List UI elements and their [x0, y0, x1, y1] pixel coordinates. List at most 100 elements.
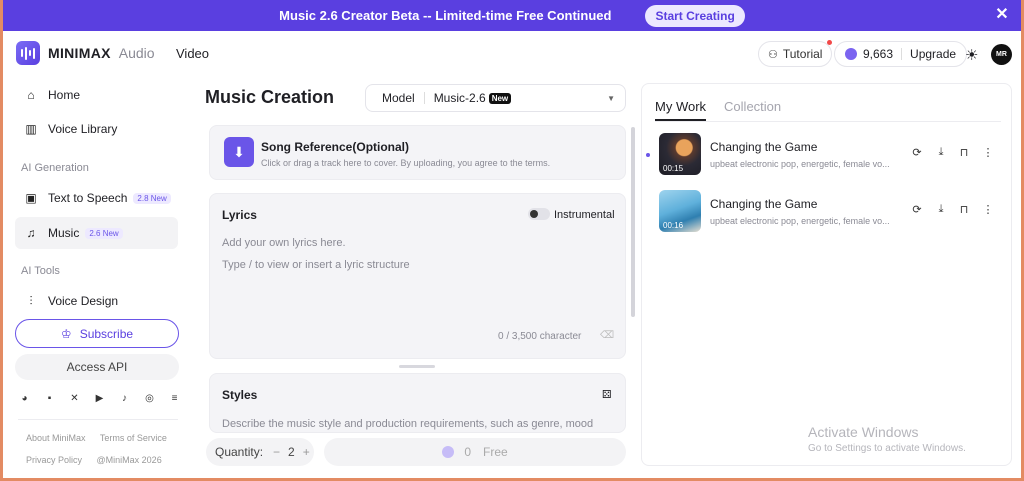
sidebar-item-label: Voice Library: [48, 122, 118, 136]
logo-subtitle[interactable]: Audio: [119, 45, 155, 61]
upgrade-button[interactable]: Upgrade: [910, 47, 956, 61]
regenerate-icon[interactable]: ⟳: [911, 203, 923, 216]
tab-collection[interactable]: Collection: [724, 99, 781, 121]
minimax-logo-icon: [16, 41, 40, 65]
waveform-icon: ⫶: [29, 293, 33, 308]
sidebar-item-label: Voice Design: [48, 294, 119, 308]
lyrics-panel[interactable]: Lyrics Instrumental Add your own lyrics …: [209, 193, 626, 359]
crown-icon: ♔: [60, 326, 72, 341]
generate-cost: 0: [464, 445, 471, 459]
top-header: MINIMAX Audio Video ⚇ Tutorial 9,663 Upg…: [3, 31, 1021, 77]
instrumental-toggle[interactable]: [528, 208, 550, 220]
notification-dot: [827, 40, 833, 45]
watermark-subtitle: Go to Settings to activate Windows.: [808, 443, 966, 454]
playing-indicator: [646, 153, 650, 157]
model-label: Model: [382, 91, 415, 105]
footer-links-row-1: About MiniMax Terms of Service: [26, 433, 179, 443]
divider: [423, 92, 425, 104]
bookmark-icon[interactable]: ⊓: [958, 146, 970, 159]
discord-icon[interactable]: ◕: [18, 392, 31, 405]
song-reference-upload[interactable]: ⬇ Song Reference(Optional) Click or drag…: [209, 125, 626, 180]
credits-upgrade[interactable]: 9,663 Upgrade: [834, 41, 968, 67]
download-icon[interactable]: ⤓: [935, 203, 947, 216]
quantity-stepper[interactable]: Quantity: − 2 +: [206, 438, 314, 466]
close-icon[interactable]: ✕: [993, 6, 1011, 24]
track-thumbnail[interactable]: 00:16: [659, 190, 701, 232]
blog-icon[interactable]: ≡: [168, 392, 181, 405]
credit-coin-icon: [845, 48, 857, 60]
banner-text: Music 2.6 Creator Beta -- Limited-time F…: [279, 8, 612, 23]
sidebar: ⌂ Home ▥ Voice Library AI Generation ▣ T…: [3, 77, 193, 478]
model-dropdown[interactable]: Model Music-2.6 New ▼: [365, 84, 626, 112]
sidebar-item-label: Home: [48, 88, 81, 102]
sidebar-item-label: Text to Speech: [48, 191, 128, 205]
lyrics-title: Lyrics: [222, 208, 257, 222]
lyrics-hint: Type / to view or insert a lyric structu…: [222, 259, 410, 271]
tiktok-icon[interactable]: ♪: [118, 392, 131, 405]
song-reference-desc: Click or drag a track here to cover. By …: [261, 158, 551, 168]
works-panel: My Work Collection 00:15 Changing the Ga…: [641, 83, 1012, 466]
divider: [901, 48, 903, 60]
styles-panel[interactable]: Styles ⚄ Describe the music style and pr…: [209, 373, 626, 433]
divider: [655, 121, 1001, 122]
generate-button[interactable]: 0 Free: [324, 438, 626, 466]
increment-button[interactable]: +: [303, 445, 310, 459]
track-description: upbeat electronic pop, energetic, female…: [710, 159, 890, 169]
clear-icon[interactable]: ⌫: [600, 330, 614, 341]
youtube-icon[interactable]: ▶: [93, 392, 106, 405]
sidebar-item-text-to-speech[interactable]: ▣ Text to Speech 2.8 New: [15, 182, 178, 214]
instagram-icon[interactable]: ◎: [143, 392, 156, 405]
dice-icon[interactable]: ⚄: [602, 388, 612, 401]
avatar[interactable]: MR: [991, 44, 1012, 65]
chevron-down-icon: ▼: [607, 93, 615, 103]
track-duration: 00:16: [663, 221, 684, 230]
tutorial-button[interactable]: ⚇ Tutorial: [758, 40, 833, 67]
resize-handle[interactable]: [399, 365, 435, 368]
download-icon[interactable]: ⤓: [935, 146, 947, 159]
music-note-icon: ♫: [26, 226, 36, 240]
x-icon[interactable]: ✕: [68, 392, 81, 405]
tutorial-label: Tutorial: [782, 47, 823, 61]
new-tag: 2.6 New: [85, 227, 123, 239]
sidebar-item-home[interactable]: ⌂ Home: [15, 79, 178, 111]
decrement-button[interactable]: −: [273, 445, 280, 459]
list-item[interactable]: 00:15 Changing the Game upbeat electroni…: [659, 133, 999, 175]
generate-label: Free: [483, 445, 508, 459]
scrollbar[interactable]: [631, 127, 635, 317]
instrumental-label: Instrumental: [554, 209, 615, 221]
credit-balance: 9,663: [863, 47, 894, 61]
app-window: Music 2.6 Creator Beta -- Limited-time F…: [0, 0, 1024, 481]
regenerate-icon[interactable]: ⟳: [911, 146, 923, 159]
tab-my-work[interactable]: My Work: [655, 99, 707, 121]
nav-video[interactable]: Video: [176, 46, 209, 61]
styles-placeholder: Describe the music style and production …: [222, 418, 594, 430]
new-tag: 2.8 New: [133, 192, 171, 204]
subscribe-button[interactable]: ♔ Subscribe: [15, 319, 179, 348]
social-links: ◕ ▪ ✕ ▶ ♪ ◎ ≡: [18, 392, 181, 405]
more-icon[interactable]: ⋮: [982, 203, 994, 216]
tts-icon: ▣: [25, 191, 37, 205]
new-badge: New: [488, 92, 512, 104]
access-api-button[interactable]: Access API: [15, 354, 179, 380]
library-icon: ▥: [25, 122, 37, 136]
logo[interactable]: MINIMAX Audio: [16, 41, 155, 65]
privacy-link[interactable]: Privacy Policy: [26, 455, 82, 465]
list-item[interactable]: 00:16 Changing the Game upbeat electroni…: [659, 190, 999, 232]
bookmark-icon[interactable]: ⊓: [958, 203, 970, 216]
more-icon[interactable]: ⋮: [982, 146, 994, 159]
sun-icon[interactable]: ☀: [965, 46, 978, 64]
lyrics-placeholder: Add your own lyrics here.: [222, 237, 346, 249]
track-thumbnail[interactable]: 00:15: [659, 133, 701, 175]
terms-link[interactable]: Terms of Service: [100, 433, 167, 443]
linkedin-icon[interactable]: ▪: [43, 392, 56, 405]
about-link[interactable]: About MiniMax: [26, 433, 86, 443]
page-title: Music Creation: [205, 87, 335, 107]
track-duration: 00:15: [663, 164, 684, 173]
sidebar-item-music[interactable]: ♫ Music 2.6 New: [15, 217, 178, 249]
sidebar-item-voice-library[interactable]: ▥ Voice Library: [15, 113, 178, 145]
credit-coin-icon: [442, 446, 455, 458]
sidebar-item-voice-design[interactable]: ⫶ Voice Design: [15, 285, 178, 317]
section-ai-tools: AI Tools: [21, 265, 60, 277]
start-creating-button[interactable]: Start Creating: [645, 4, 745, 27]
track-description: upbeat electronic pop, energetic, female…: [710, 216, 890, 226]
